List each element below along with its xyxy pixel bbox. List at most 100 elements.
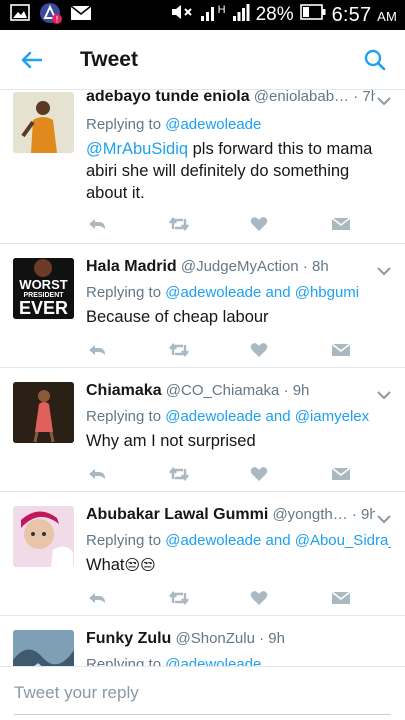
author-name[interactable]: Abubakar Lawal Gummi (86, 506, 268, 523)
reply-mention-link[interactable]: @adewoleade and @iamyelex (165, 408, 369, 425)
like-button[interactable] (248, 214, 270, 234)
author-handle[interactable]: @CO_Chiamaka (166, 382, 280, 399)
retweet-icon (169, 217, 189, 231)
tweet-text: Why am I not surprised (86, 432, 256, 450)
reply-icon (89, 219, 105, 229)
reply-button[interactable] (86, 464, 108, 484)
reply-mention-link[interactable]: @adewoleade (165, 116, 261, 133)
tweet-header: Funky Zulu @ShonZulu · 9h (86, 630, 375, 648)
direct-message-button[interactable] (330, 588, 352, 608)
emoji: 😒😒 (124, 557, 156, 574)
mute-icon (170, 2, 194, 28)
tweet-time: · 9h (259, 630, 285, 647)
retweet-icon (169, 467, 189, 481)
tweet-actions (86, 340, 362, 360)
like-button[interactable] (248, 588, 270, 608)
tweet-text: @MrAbuSidiq pls forward this to mama abi… (86, 140, 373, 202)
mail-notification-icon (70, 4, 92, 26)
reply-mention-link[interactable]: @adewoleade (165, 656, 261, 666)
back-button[interactable] (0, 30, 62, 90)
tweet-text: Because of cheap labour (86, 308, 269, 326)
gallery-notification-icon (10, 4, 30, 26)
back-arrow-icon (21, 51, 42, 68)
retweet-icon (169, 591, 189, 605)
author-handle[interactable]: @ShonZulu (176, 630, 255, 647)
retweet-icon (169, 343, 189, 357)
tweet-time: · 9h (283, 382, 310, 399)
status-bar: ! H 28% 6:57 AM (0, 0, 405, 30)
envelope-icon (331, 467, 351, 480)
author-handle[interactable]: @yongth… (272, 506, 347, 523)
reply-icon (89, 469, 105, 479)
author-handle[interactable]: @JudgeMyAction (181, 258, 299, 275)
search-button[interactable] (345, 30, 405, 90)
tweet-actions (86, 464, 362, 484)
avatar[interactable]: WORST PRESIDENT EVER (13, 258, 74, 319)
avatar[interactable] (13, 92, 74, 153)
chevron-down-icon[interactable] (375, 510, 393, 528)
reply-input[interactable]: Tweet your reply (14, 683, 139, 703)
compose-bar: Tweet your reply (0, 666, 405, 720)
reply-button[interactable] (86, 214, 108, 234)
heart-icon (250, 467, 268, 481)
signal-icon (200, 2, 216, 28)
envelope-icon (331, 591, 351, 604)
envelope-icon (331, 343, 351, 356)
retweet-button[interactable] (168, 340, 190, 360)
tweet-header: adebayo tunde eniola @eniolabab… · 7h (86, 90, 375, 106)
chevron-down-icon[interactable] (375, 386, 393, 404)
svg-text:!: ! (55, 15, 58, 24)
tweet-time: · 7h (353, 90, 375, 105)
author-name[interactable]: Hala Madrid (86, 258, 177, 275)
reply-button[interactable] (86, 340, 108, 360)
tweet-item[interactable]: adebayo tunde eniola @eniolabab… · 7h Re… (0, 90, 405, 244)
reply-icon (89, 345, 105, 355)
envelope-icon (331, 217, 351, 230)
tweet-header: Abubakar Lawal Gummi @yongth… · 9h (86, 506, 375, 524)
tweet-text: What😒😒 (86, 556, 156, 574)
author-name[interactable]: Funky Zulu (86, 630, 171, 647)
signal-strength-icon (232, 2, 250, 28)
direct-message-button[interactable] (330, 464, 352, 484)
author-name[interactable]: adebayo tunde eniola (86, 90, 250, 105)
direct-message-button[interactable] (330, 340, 352, 360)
chevron-down-icon[interactable] (375, 92, 393, 110)
tweet-item[interactable]: Abubakar Lawal Gummi @yongth… · 9h Reply… (0, 492, 405, 616)
status-time: 6:57 AM (331, 3, 397, 26)
network-type-label: H (217, 4, 226, 16)
battery-icon (299, 4, 326, 26)
page-title: Tweet (80, 47, 138, 71)
tweet-header: Chiamaka @CO_Chiamaka · 9h (86, 382, 375, 400)
avatar[interactable] (13, 630, 74, 666)
like-button[interactable] (248, 464, 270, 484)
author-name[interactable]: Chiamaka (86, 382, 162, 399)
tweet-header: Hala Madrid @JudgeMyAction · 8h (86, 258, 375, 276)
avatar[interactable] (13, 506, 74, 567)
direct-message-button[interactable] (330, 214, 352, 234)
retweet-button[interactable] (168, 464, 190, 484)
tweet-actions (86, 214, 362, 234)
tweet-item[interactable]: WORST PRESIDENT EVER Hala Madrid @JudgeM… (0, 244, 405, 368)
tweet-item[interactable]: Funky Zulu @ShonZulu · 9h Replying to @a… (0, 616, 405, 666)
search-icon (364, 49, 386, 70)
heart-icon (250, 591, 268, 605)
app-bar: Tweet (0, 30, 405, 90)
reply-button[interactable] (86, 588, 108, 608)
like-button[interactable] (248, 340, 270, 360)
tweet-item[interactable]: Chiamaka @CO_Chiamaka · 9h Replying to @… (0, 368, 405, 492)
author-handle[interactable]: @eniolabab… (254, 90, 349, 105)
chevron-down-icon[interactable] (375, 262, 393, 280)
reply-mention-link[interactable]: @adewoleade and @Abou_Sidra_ (165, 532, 391, 549)
retweet-button[interactable] (168, 214, 190, 234)
battery-percent: 28% (255, 4, 294, 25)
replying-to: Replying to @adewoleade and @hbgumi (86, 284, 360, 301)
reply-mention-link[interactable]: @adewoleade and @hbgumi (165, 284, 359, 301)
avatar[interactable] (13, 382, 74, 443)
heart-icon (250, 217, 268, 231)
mention-link[interactable]: @MrAbuSidiq (86, 140, 188, 158)
replies-feed[interactable]: adebayo tunde eniola @eniolabab… · 7h Re… (0, 90, 405, 666)
retweet-button[interactable] (168, 588, 190, 608)
tweet-time: · 8h (302, 258, 329, 275)
tweet-actions (86, 588, 362, 608)
heart-icon (250, 343, 268, 357)
